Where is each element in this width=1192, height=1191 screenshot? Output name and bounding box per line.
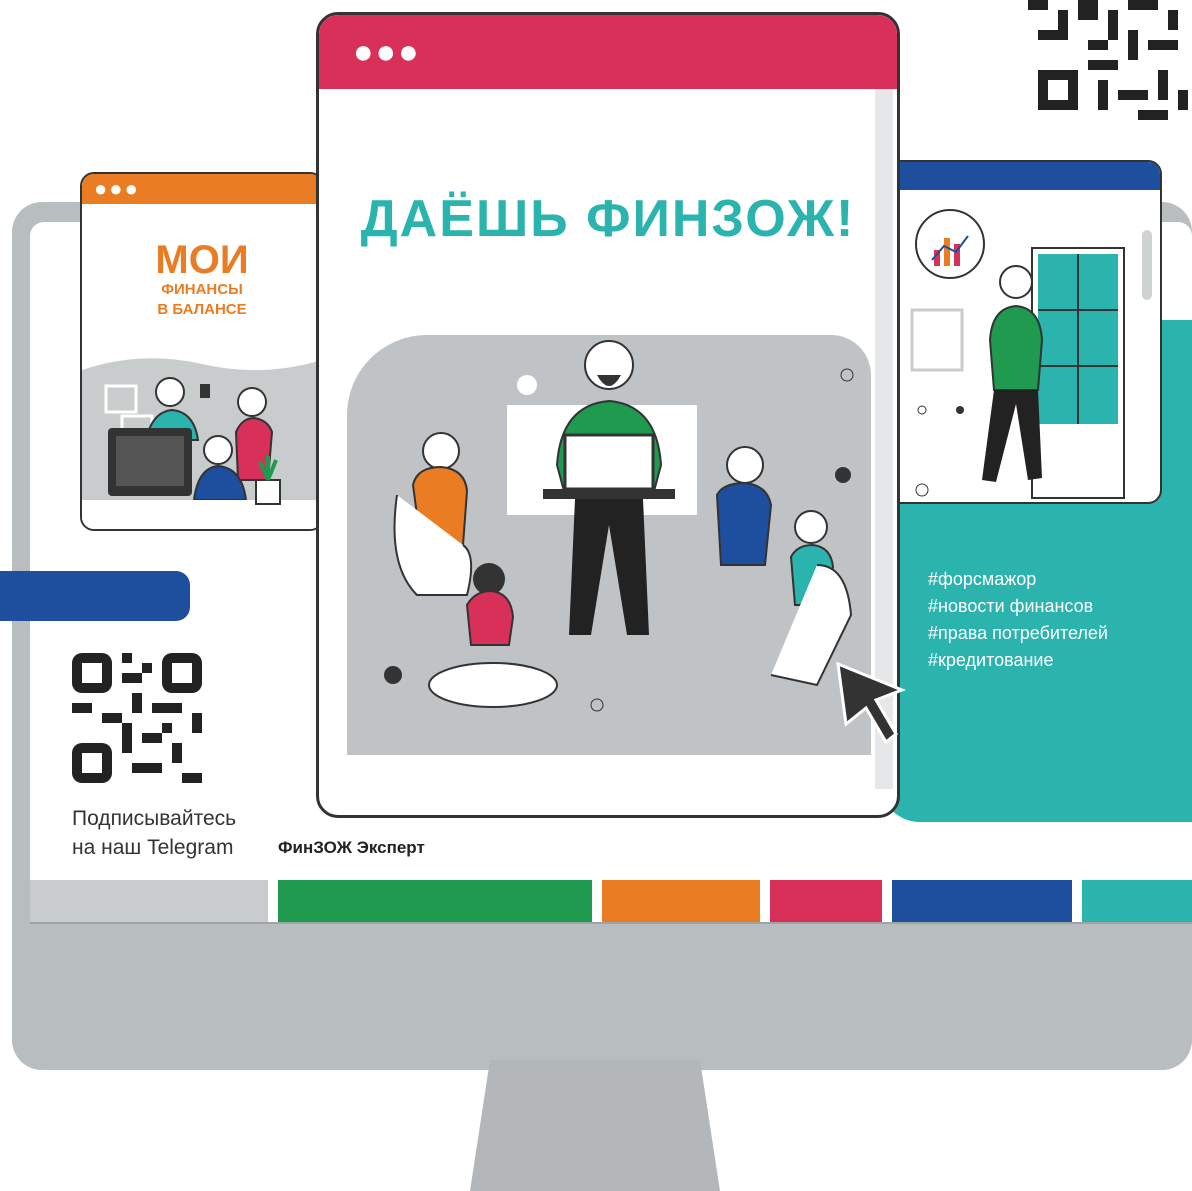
- subscribe-line: Подписывайтесь: [72, 807, 237, 830]
- family-illustration: [82, 358, 322, 529]
- cursor-arrow-icon: [836, 661, 907, 745]
- title-line: ФИНАНСЫ: [161, 281, 243, 298]
- window-daesh-finzozh: ●●● ДАЁШЬ ФИНЗОЖ!: [316, 12, 900, 818]
- person-head: [203, 435, 233, 465]
- subscribe-text: Подписывайтесь на наш Telegram: [72, 804, 236, 862]
- qr-code-icon[interactable]: [1028, 0, 1188, 120]
- color-bar-crimson: [770, 880, 882, 922]
- person-head: [237, 387, 267, 417]
- hashtag-item[interactable]: #форсмажор: [928, 566, 1108, 593]
- cuckoo-clock: [200, 384, 210, 398]
- hashtag-item[interactable]: #кредитование: [928, 647, 1108, 674]
- color-bar-blue: [892, 880, 1072, 922]
- hashtag-item[interactable]: #права потребителей: [928, 620, 1108, 647]
- hashtag-list: #форсмажор #новости финансов #права потр…: [928, 566, 1108, 674]
- subscribe-line: на наш Telegram: [72, 836, 234, 859]
- monitor-stand: [470, 1060, 720, 1191]
- headline: ДАЁШЬ ФИНЗОЖ!: [360, 190, 856, 248]
- title-line: В БАЛАНСЕ: [157, 301, 247, 318]
- color-bar-green: [278, 880, 592, 922]
- window-titlebar: [882, 162, 1160, 190]
- window-titlebar: ●●●: [82, 174, 322, 204]
- color-bar-orange: [602, 880, 760, 922]
- chat-bubble: [0, 571, 190, 621]
- person-head: [794, 510, 828, 544]
- window-titlebar: ●●●: [319, 15, 897, 89]
- person-head: [999, 265, 1033, 299]
- person-head: [155, 377, 185, 407]
- window-moi-finansy: ●●● МОИ ФИНАНСЫ В БАЛАНСЕ: [80, 172, 324, 531]
- hashtag-item[interactable]: #новости финансов: [928, 593, 1108, 620]
- person-head: [726, 446, 764, 484]
- window-office-illustration: [880, 160, 1162, 504]
- person-head: [422, 432, 460, 470]
- office-illustration: [910, 209, 1152, 499]
- qr-code-icon[interactable]: [72, 653, 202, 783]
- laptop: [563, 433, 655, 491]
- title-big: МОИ: [155, 238, 249, 282]
- window-dots: ●●●: [353, 33, 421, 71]
- plant-pot: [255, 479, 281, 505]
- color-bar-teal: [1082, 880, 1192, 922]
- scrollbar-thumb: [1142, 230, 1152, 300]
- telegram-channel-link[interactable]: ФинЗОЖ Эксперт: [278, 838, 425, 858]
- color-bar-grey: [30, 880, 268, 922]
- moi-finansy-title: МОИ ФИНАНСЫ В БАЛАНСЕ: [82, 240, 322, 320]
- window-dots: ●●●: [94, 176, 140, 201]
- monitor-chin-divider: [30, 922, 1192, 924]
- team-meeting-illustration: [384, 340, 854, 712]
